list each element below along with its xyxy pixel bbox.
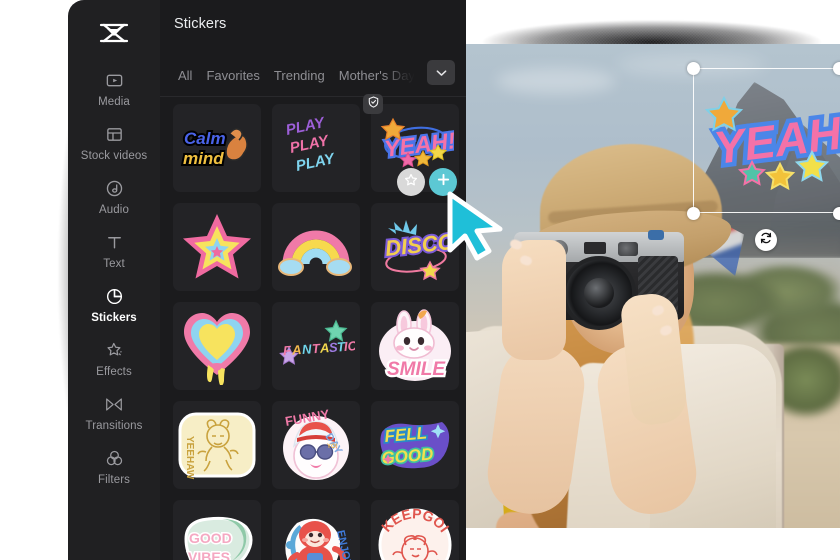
sticker-tile-good-vibes[interactable]: GOOD VIBES <box>173 500 261 560</box>
sticker-grid: Calm Calm mind mind PLAY PLAY PLAY YEAH!… <box>173 94 465 560</box>
sticker-tile-calm-mind[interactable]: Calm Calm mind mind <box>173 104 261 192</box>
sticker-art <box>183 214 251 279</box>
sidebar-item-label: Stock videos <box>80 150 148 162</box>
svg-text:Calm: Calm <box>184 129 226 148</box>
sticker-tile-yeah[interactable]: YEAH!! YEAH!! <box>363 94 459 196</box>
svg-text:VIBES: VIBES <box>188 549 230 560</box>
stickers-icon <box>105 285 124 307</box>
sticker-art <box>184 313 250 385</box>
effects-icon <box>105 339 124 361</box>
rotate-icon <box>759 231 773 250</box>
plus-icon <box>436 172 451 192</box>
sticker-art: YEEHAW <box>178 412 256 480</box>
sidebar-item-label: Effects <box>96 366 132 378</box>
sticker-tile-rainbow[interactable] <box>272 203 360 291</box>
sidebar-item-stickers[interactable]: Stickers <box>68 278 160 332</box>
sticker-art: F A N T A S T IC <box>279 319 355 365</box>
sidebar-item-label: Filters <box>97 474 130 486</box>
resize-handle-top-right[interactable] <box>833 62 840 75</box>
audio-icon <box>105 177 124 199</box>
sticker-tile-smile-bunny[interactable]: SMILE SMILE <box>371 302 459 390</box>
stickers-panel: Stickers All Favorites Trending Mother's… <box>160 0 466 560</box>
sidebar-item-media[interactable]: Media <box>68 62 160 116</box>
chevron-down-icon <box>436 64 447 82</box>
shield-icon <box>368 95 379 113</box>
sidebar-item-label: Transitions <box>85 420 143 432</box>
svg-text:YEEHAW: YEEHAW <box>184 436 195 480</box>
category-tabs: All Favorites Trending Mother's Day <box>160 60 466 90</box>
svg-text:YO!: YO! <box>327 444 338 450</box>
pro-badge <box>363 94 383 114</box>
sidebar-item-label: Text <box>103 258 125 270</box>
sticker-art: DISCO DISCO <box>382 220 454 281</box>
sticker-art: Calm Calm mind mind <box>181 127 248 170</box>
panel-title: Stickers <box>174 16 227 32</box>
sidebar-item-label: Media <box>98 96 130 108</box>
tab-mothers-day[interactable]: Mother's Day <box>339 68 415 83</box>
sticker-tile-keep-going[interactable]: KEEPGOING <box>371 500 459 560</box>
favorite-button[interactable] <box>397 168 425 196</box>
sticker-art: GOOD VIBES <box>184 516 253 560</box>
mouse-cursor <box>447 191 503 261</box>
sidebar-item-label: Audio <box>99 204 129 216</box>
capcut-logo[interactable] <box>68 22 160 44</box>
sidebar-item-label: Stickers <box>91 312 137 324</box>
sidebar-item-transitions[interactable]: Transitions <box>68 386 160 440</box>
tab-all[interactable]: All <box>178 68 192 83</box>
sidebar-item-text[interactable]: Text <box>68 224 160 278</box>
panel-divider <box>160 96 466 97</box>
filters-icon <box>105 447 124 469</box>
svg-text:IC: IC <box>343 338 355 354</box>
canvas-sticker-yeah[interactable]: YEAH!! YEAH!! <box>700 92 840 204</box>
svg-text:GOOD: GOOD <box>189 530 232 546</box>
sticker-art <box>278 230 352 276</box>
sticker-tile-enjoy[interactable]: ENJOY <box>272 500 360 560</box>
tab-favorites[interactable]: Favorites <box>206 68 259 83</box>
sidebar-item-stock-videos[interactable]: Stock videos <box>68 116 160 170</box>
tabs-more-button[interactable] <box>427 60 455 85</box>
sticker-tile-play-play[interactable]: PLAY PLAY PLAY <box>272 104 360 192</box>
sidebar: Media Stock videos Audio Text Stickers E… <box>68 0 160 560</box>
sidebar-items: Media Stock videos Audio Text Stickers E… <box>68 62 160 494</box>
app-screenshot: Media Stock videos Audio Text Stickers E… <box>0 0 840 560</box>
sticker-art: KEEPGOING <box>376 505 453 560</box>
resize-handle-bottom-left[interactable] <box>687 207 700 220</box>
text-icon <box>105 231 124 253</box>
sticker-tile-fell-good[interactable]: FELL GOOD <box>371 401 459 489</box>
svg-text:mind: mind <box>183 149 224 168</box>
sidebar-item-filters[interactable]: Filters <box>68 440 160 494</box>
sticker-art: FUNNY DAY YO! <box>283 406 349 480</box>
sticker-art: PLAY PLAY PLAY <box>284 114 338 175</box>
sticker-art: ENJOY <box>285 518 354 560</box>
rotate-handle[interactable] <box>755 229 777 251</box>
svg-text:A: A <box>291 342 302 358</box>
sticker-tile-fantastic[interactable]: F A N T A S T IC <box>272 302 360 390</box>
sticker-tile-yeehaw[interactable]: YEEHAW <box>173 401 261 489</box>
tab-trending[interactable]: Trending <box>274 68 325 83</box>
sticker-art: SMILE SMILE <box>379 309 451 382</box>
sidebar-item-effects[interactable]: Effects <box>68 332 160 386</box>
sidebar-item-audio[interactable]: Audio <box>68 170 160 224</box>
media-icon <box>105 69 124 91</box>
svg-text:FELL: FELL <box>384 423 428 446</box>
star-outline-icon <box>404 173 418 192</box>
stock-videos-icon <box>105 123 124 145</box>
sticker-art: FELL GOOD <box>379 422 450 470</box>
transitions-icon <box>104 393 124 415</box>
sticker-tile-funny-day[interactable]: FUNNY DAY YO! <box>272 401 360 489</box>
resize-handle-top-left[interactable] <box>687 62 700 75</box>
sticker-tile-drip-heart[interactable] <box>173 302 261 390</box>
svg-text:SMILE: SMILE <box>387 359 446 380</box>
resize-handle-bottom-right[interactable] <box>833 207 840 220</box>
sticker-tile-star[interactable] <box>173 203 261 291</box>
